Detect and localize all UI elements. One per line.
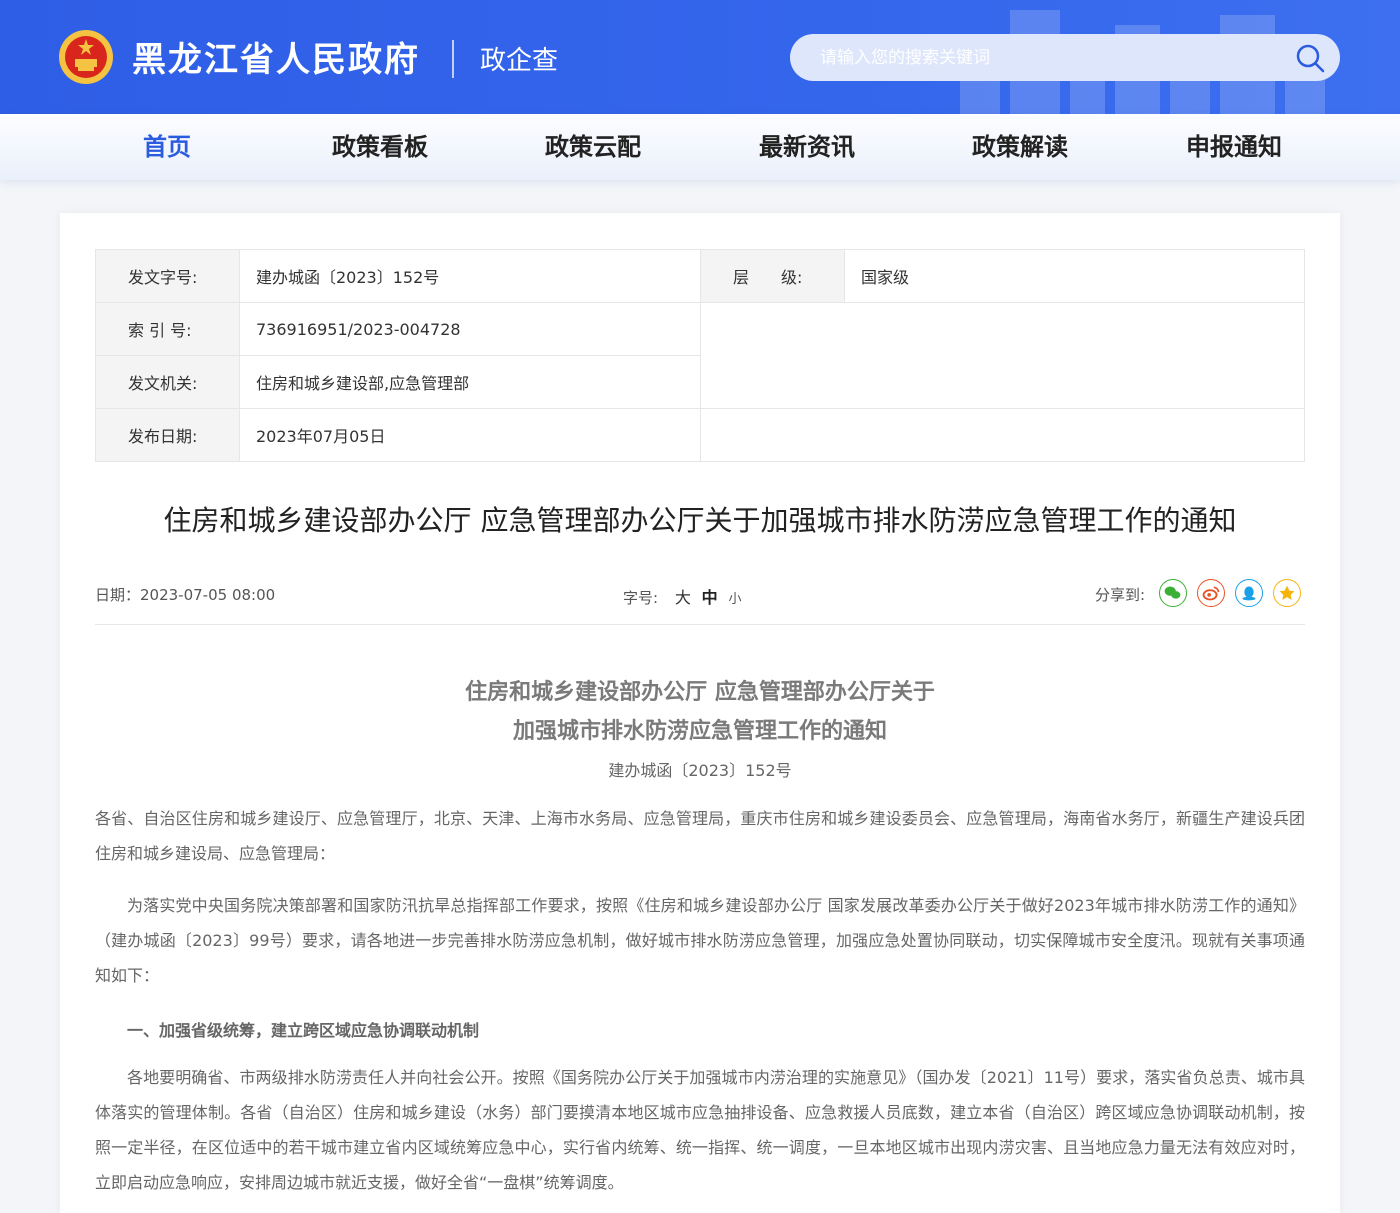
qq-share-icon[interactable] xyxy=(1235,579,1263,607)
share-label: 分享到: xyxy=(1094,586,1145,604)
header-divider xyxy=(452,40,454,78)
font-large-button[interactable]: 大 xyxy=(675,588,691,607)
issuer-label: 发文机关: xyxy=(95,355,240,409)
article-infobar: 日期：2023-07-05 08:00 字号: 大 中 小 分享到: xyxy=(95,577,1305,625)
nav-home[interactable]: 首页 xyxy=(87,114,247,180)
site-title: 黑龙江省人民政府 xyxy=(132,40,420,80)
section-1-paragraph: 各地要明确省、市两级排水防涝责任人并向社会公开。按照《国务院办公厅关于加强城市内… xyxy=(95,1068,1305,1192)
site-subtitle: 政企查 xyxy=(480,46,559,76)
font-size-control: 字号: 大 中 小 xyxy=(623,584,741,608)
document-meta-table: 发文字号: 建办城函〔2023〕152号 层 级: 国家级 索 引 号: 736… xyxy=(95,249,1305,462)
site-header: 黑龙江省人民政府 政企查 xyxy=(0,0,1400,114)
wechat-share-icon[interactable] xyxy=(1159,579,1187,607)
index-label: 索 引 号: xyxy=(95,302,240,356)
main-nav: 首页 政策看板 政策云配 最新资讯 政策解读 申报通知 xyxy=(0,114,1400,180)
font-medium-button[interactable]: 中 xyxy=(702,588,718,607)
level-value: 国家级 xyxy=(844,249,1305,303)
font-small-button[interactable]: 小 xyxy=(728,592,741,607)
search-input[interactable] xyxy=(820,34,1270,81)
date-value: 2023年07月05日 xyxy=(239,408,701,462)
search-box xyxy=(790,34,1340,81)
meta-blank-2 xyxy=(700,408,1305,462)
publish-date: 日期：2023-07-05 08:00 xyxy=(95,586,276,604)
weibo-share-icon[interactable] xyxy=(1197,579,1225,607)
body-doc-number: 建办城函〔2023〕152号 xyxy=(608,761,792,780)
section-heading-1: 一、加强省级统筹，建立跨区域应急协调联动机制 xyxy=(127,1021,480,1040)
meta-blank xyxy=(700,302,1305,409)
nav-policy-match[interactable]: 政策云配 xyxy=(513,114,673,180)
nav-application-notice[interactable]: 申报通知 xyxy=(1154,114,1314,180)
nav-policy-board[interactable]: 政策看板 xyxy=(300,114,460,180)
date-label: 发布日期: xyxy=(95,408,240,462)
doc-no-label: 发文字号: xyxy=(95,249,240,303)
body-title: 住房和城乡建设部办公厅 应急管理部办公厅关于 加强城市排水防涝应急管理工作的通知 xyxy=(95,673,1305,751)
body-title-line-2: 加强城市排水防涝应急管理工作的通知 xyxy=(512,719,887,744)
nav-news[interactable]: 最新资讯 xyxy=(727,114,887,180)
body-title-line-1: 住房和城乡建设部办公厅 应急管理部办公厅关于 xyxy=(465,680,935,705)
intro-paragraph: 为落实党中央国务院决策部署和国家防汛抗旱总指挥部工作要求，按照《住房和城乡建设部… xyxy=(95,896,1305,985)
doc-no-value: 建办城函〔2023〕152号 xyxy=(239,249,701,303)
qzone-share-icon[interactable] xyxy=(1273,579,1301,607)
article-title: 住房和城乡建设部办公厅 应急管理部办公厅关于加强城市排水防涝应急管理工作的通知 xyxy=(163,504,1237,537)
index-value: 736916951/2023-004728 xyxy=(239,302,701,356)
level-label: 层 级: xyxy=(700,249,845,303)
nav-policy-interpretation[interactable]: 政策解读 xyxy=(940,114,1100,180)
font-size-label: 字号: xyxy=(623,589,659,607)
issuer-value: 住房和城乡建设部,应急管理部 xyxy=(239,355,701,409)
article-card: 发文字号: 建办城函〔2023〕152号 层 级: 国家级 索 引 号: 736… xyxy=(60,213,1340,1213)
addressee-paragraph: 各省、自治区住房和城乡建设厅、应急管理厅，北京、天津、上海市水务局、应急管理局，… xyxy=(95,809,1305,863)
search-icon[interactable] xyxy=(1294,42,1326,74)
national-emblem-icon xyxy=(59,30,113,84)
